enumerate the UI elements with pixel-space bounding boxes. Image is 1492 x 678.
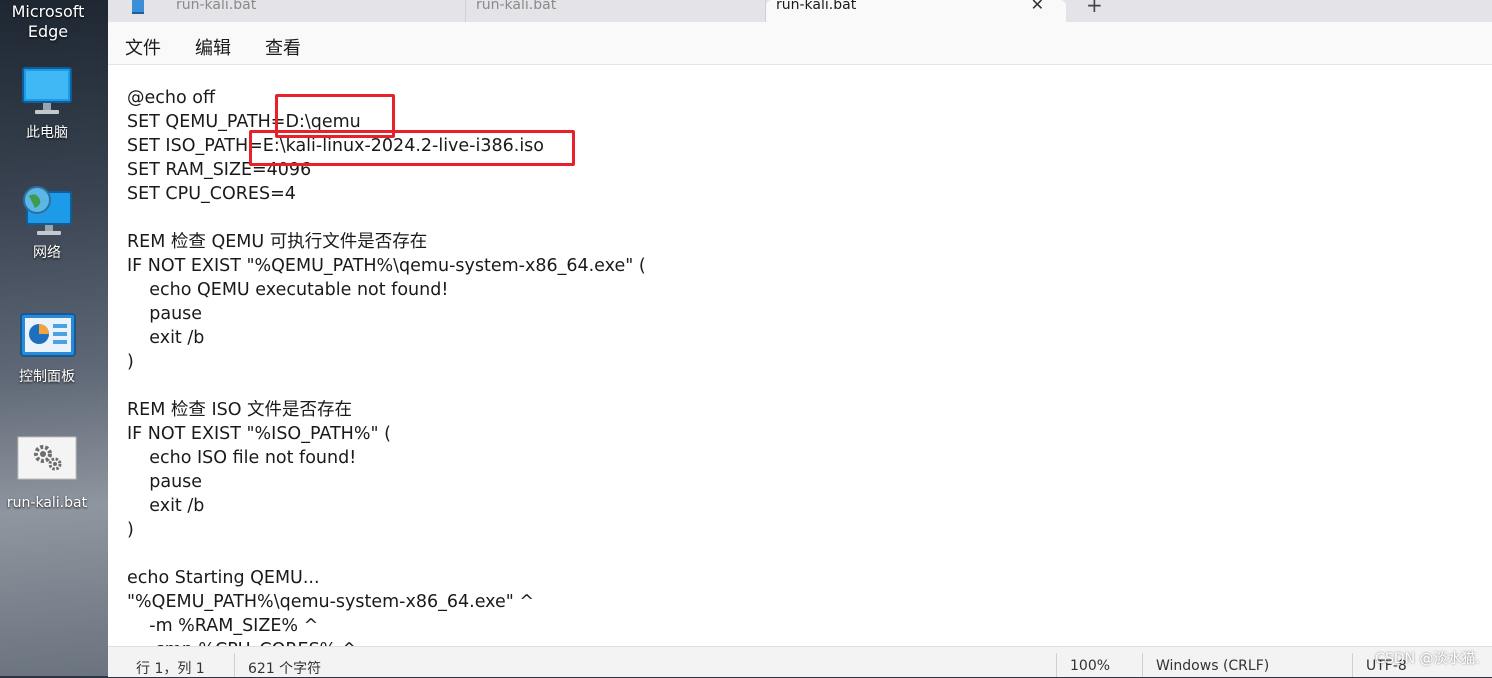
new-tab-icon[interactable]: + <box>1086 0 1103 15</box>
desktop-icon-run-kali-bat[interactable]: run-kali.bat <box>2 436 92 512</box>
edge-shortcut[interactable]: Microsoft Edge <box>0 2 96 42</box>
character-count: 621 个字符 <box>248 661 322 677</box>
desktop-icon-network[interactable]: 网络 <box>2 186 92 262</box>
line-ending[interactable]: Windows (CRLF) <box>1156 658 1269 674</box>
status-divider <box>1352 653 1353 677</box>
editor-text[interactable]: @echo off SET QEMU_PATH=D:\qemu SET ISO_… <box>127 86 646 647</box>
desktop-icon-label: run-kali.bat <box>6 495 88 511</box>
zoom-level[interactable]: 100% <box>1070 658 1110 674</box>
desktop-icon-label: 网络 <box>33 245 61 261</box>
status-divider <box>1056 653 1057 677</box>
watermark: CSDN @淡水猫. <box>1375 651 1480 667</box>
menu-bar: 文件 编辑 查看 <box>108 22 1492 64</box>
menu-edit[interactable]: 编辑 <box>195 34 231 60</box>
tab-label: run-kali.bat <box>776 0 857 13</box>
menu-view[interactable]: 查看 <box>265 34 301 60</box>
tab-run-kali-3-active[interactable]: run-kali.bat ✕ <box>766 0 1066 22</box>
menu-file[interactable]: 文件 <box>125 34 161 60</box>
computer-icon <box>17 66 77 120</box>
desktop: Microsoft Edge 此电脑 网络 控制面板 run-kali.bat <box>0 0 108 676</box>
desktop-icon-label: 此电脑 <box>26 125 68 141</box>
control-panel-icon <box>17 310 77 364</box>
cursor-position: 行 1，列 1 <box>136 661 205 677</box>
status-bar: 行 1，列 1 621 个字符 100% Windows (CRLF) UTF-… <box>108 646 1492 677</box>
tab-bar: run-kali.bat run-kali.bat run-kali.bat ✕… <box>108 0 1492 22</box>
tab-run-kali-1[interactable]: run-kali.bat <box>166 0 466 22</box>
batch-file-icon <box>17 436 77 490</box>
network-icon <box>17 186 77 240</box>
tab-label: run-kali.bat <box>176 0 257 13</box>
desktop-icon-label: 控制面板 <box>19 369 75 385</box>
close-icon[interactable]: ✕ <box>1031 0 1044 13</box>
tab-run-kali-2[interactable]: run-kali.bat <box>466 0 766 22</box>
status-divider <box>234 653 235 677</box>
edge-label-line1: Microsoft <box>11 2 85 21</box>
notepad-window: run-kali.bat run-kali.bat run-kali.bat ✕… <box>108 0 1492 677</box>
highlight-box-iso-path <box>249 130 575 166</box>
desktop-icon-control-panel[interactable]: 控制面板 <box>2 310 92 386</box>
status-divider <box>1142 653 1143 677</box>
text-editor[interactable]: @echo off SET QEMU_PATH=D:\qemu SET ISO_… <box>108 64 1492 647</box>
tab-label: run-kali.bat <box>476 0 557 13</box>
desktop-icon-this-pc[interactable]: 此电脑 <box>2 66 92 142</box>
edge-label-line2: Edge <box>27 22 69 41</box>
notepad-icon <box>132 0 144 14</box>
